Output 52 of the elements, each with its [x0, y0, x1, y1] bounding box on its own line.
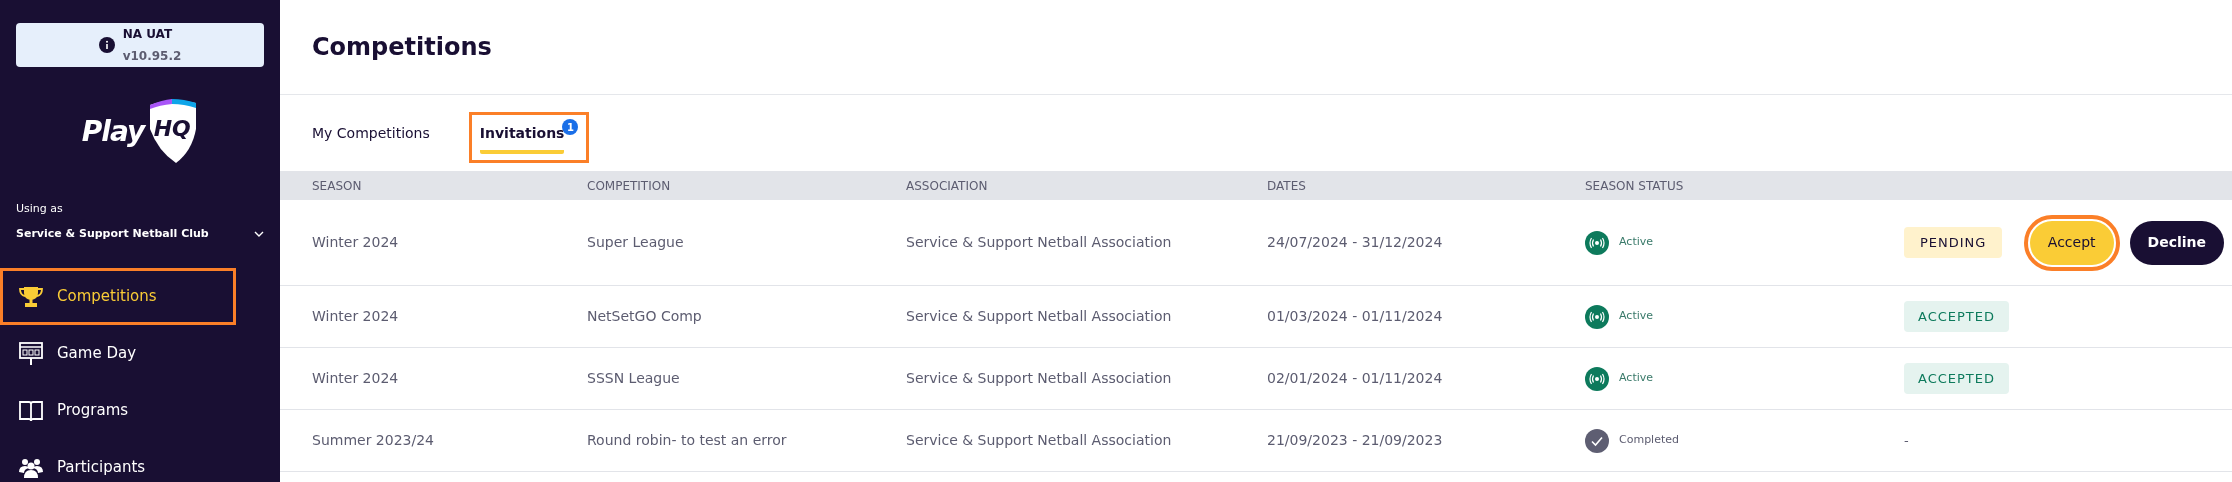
column-header: SEASON STATUS [1585, 177, 1685, 195]
table-cell-text: SSSN League [587, 369, 681, 388]
playhq-logo: Play HQ [81, 99, 199, 165]
invite-status: ACCEPTED [1904, 362, 2010, 395]
column-header: ASSOCIATION [906, 177, 989, 195]
table-cell-text: Round robin- to test an error [587, 431, 788, 450]
column-header: DATES [1267, 177, 1307, 195]
status-text: Active [1619, 308, 1654, 325]
table-cell-text: 01/03/2024 - 01/11/2024 [1267, 307, 1444, 326]
check-icon [1585, 428, 1609, 453]
table-cell-text: 02/01/2024 - 01/11/2024 [1267, 369, 1444, 388]
sidebar-item[interactable]: Participants [0, 439, 236, 482]
info-icon [98, 37, 115, 53]
decline-button[interactable]: Decline [2129, 220, 2224, 265]
table-cell-text: NetSetGO Comp [587, 307, 703, 326]
broadcast-icon [1585, 366, 1609, 391]
table-cell-text: Service & Support Netball Association [906, 233, 1173, 252]
sidebar-item[interactable]: Programs [0, 382, 236, 439]
tab[interactable]: My Competitions [312, 123, 430, 154]
invite-status: PENDING [1904, 226, 2003, 259]
status-text: Completed [1619, 432, 1679, 449]
table-cell-text: Service & Support Netball Association [906, 431, 1173, 450]
invite-status: ACCEPTED [1904, 300, 2010, 333]
sidebar-item[interactable]: Competitions [0, 268, 236, 325]
table-cell-text: Service & Support Netball Association [906, 307, 1173, 326]
table-cell-text: Winter 2024 [312, 233, 400, 252]
table-cell-text: Super League [587, 233, 685, 252]
accept-button[interactable]: Accept [2029, 220, 2114, 265]
status-text: Active [1619, 370, 1654, 387]
invite-status: - [1904, 431, 1909, 450]
status-text: Active [1619, 234, 1654, 251]
scoreboard-icon [19, 341, 43, 366]
sidebar-item[interactable]: Game Day [0, 325, 236, 382]
table-cell-text: Service & Support Netball Association [906, 369, 1173, 388]
trophy-icon [19, 285, 43, 308]
environment-name: NA UAT [122, 26, 174, 43]
table-cell-text: 21/09/2023 - 21/09/2023 [1267, 431, 1444, 450]
table-cell-text: Summer 2023/24 [312, 431, 435, 450]
table-cell-text: Winter 2024 [312, 307, 400, 326]
broadcast-icon [1585, 304, 1609, 329]
column-header: COMPETITION [587, 177, 672, 195]
broadcast-icon [1585, 230, 1609, 255]
organisation-selector[interactable]: Service & Support Netball Club [16, 225, 264, 242]
page-title: Competitions [312, 32, 492, 63]
table-cell-text: 24/07/2024 - 31/12/2024 [1267, 233, 1444, 252]
table-cell-text: Winter 2024 [312, 369, 400, 388]
people-icon [19, 456, 43, 479]
using-as-label: Using as [16, 201, 64, 217]
book-icon [19, 399, 43, 422]
chevron-down-icon [254, 230, 264, 237]
column-header: SEASON [312, 177, 363, 195]
version-text: v10.95.2 [122, 48, 182, 65]
